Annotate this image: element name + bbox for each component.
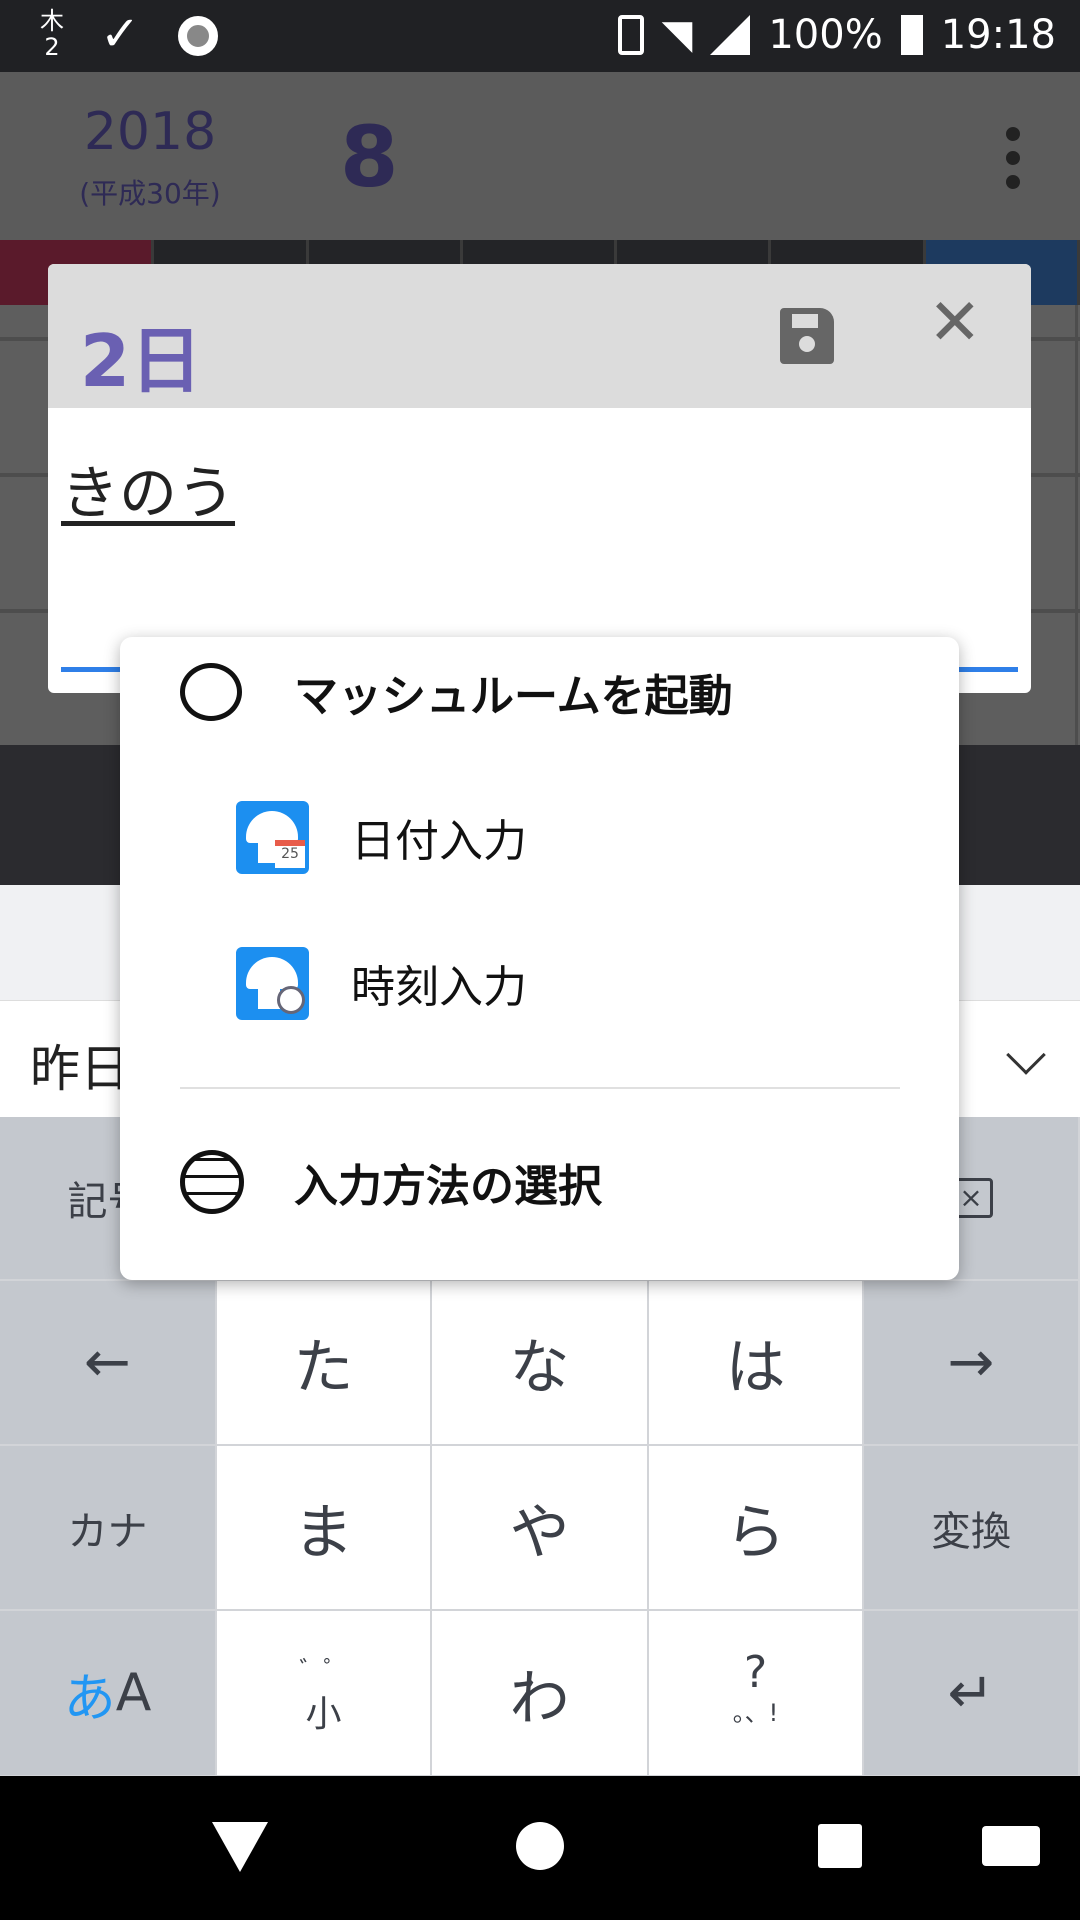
month-label[interactable]: 8 — [340, 108, 398, 206]
key-ha[interactable]: は — [649, 1281, 864, 1446]
wifi-icon: ◥ — [661, 12, 693, 58]
speech-bubble-icon — [180, 663, 242, 721]
menu-item-time-input[interactable]: 時刻入力 — [236, 943, 527, 1023]
key-ya[interactable]: や — [432, 1446, 649, 1611]
check-icon: ✓ — [100, 6, 141, 62]
menu-item-input-method[interactable]: 入力方法の選択 — [180, 1137, 602, 1227]
key-punct[interactable]: ?。、! — [649, 1611, 864, 1777]
menu-item-label: 時刻入力 — [351, 962, 527, 1013]
calendar-day-icon: 木 2 — [40, 7, 64, 61]
menu-divider — [180, 1087, 900, 1089]
key-mode[interactable]: あA — [0, 1611, 217, 1777]
key-left[interactable]: ← — [0, 1281, 217, 1446]
status-bar: 木 2 ✓ ◥ 100% 19:18 — [0, 0, 1080, 72]
menu-item-launch-mushroom[interactable]: マッシュルームを起動 — [180, 647, 733, 737]
input-context-menu: マッシュルームを起動 25 日付入力 時刻入力 入力方法の選択 — [120, 637, 959, 1280]
recents-icon[interactable] — [818, 1824, 862, 1868]
dialog-header: 2日 ✕ — [48, 264, 1031, 408]
signal-icon — [710, 15, 751, 55]
record-icon — [178, 16, 218, 56]
globe-icon — [180, 1150, 244, 1214]
mode-hiragana: あ — [63, 1668, 116, 1729]
calendar-header: 2018 (平成30年) 8 — [0, 72, 1080, 240]
small-label: 小 — [305, 1693, 342, 1735]
mushroom-clock-icon — [236, 946, 309, 1020]
key-ta[interactable]: た — [217, 1281, 432, 1446]
mushroom-calendar-icon: 25 — [236, 800, 309, 874]
key-na[interactable]: な — [432, 1281, 649, 1446]
more-options-icon[interactable] — [1000, 127, 1026, 197]
chevron-down-icon[interactable] — [1006, 1035, 1046, 1075]
menu-item-label: 入力方法の選択 — [294, 1161, 602, 1212]
punct2-label: 。、! — [732, 1699, 779, 1727]
punct-label: ? — [743, 1647, 768, 1698]
key-dakuten[interactable]: ゛゜小 — [217, 1611, 432, 1777]
keyboard-switch-icon[interactable] — [982, 1826, 1040, 1866]
vibrate-icon — [617, 15, 644, 55]
key-right[interactable]: → — [864, 1281, 1080, 1446]
key-ra[interactable]: ら — [649, 1446, 864, 1611]
home-icon[interactable] — [516, 1822, 564, 1870]
save-icon[interactable] — [780, 308, 834, 364]
battery-charging-icon — [900, 15, 923, 55]
key-henkan[interactable]: 変換 — [864, 1446, 1080, 1611]
dakuten-label: ゛゜ — [299, 1655, 348, 1684]
navigation-bar — [0, 1776, 1080, 1920]
back-icon[interactable] — [212, 1822, 268, 1872]
enter-key[interactable]: ↵ — [864, 1611, 1080, 1777]
battery-text: 100% — [768, 12, 883, 58]
dialog-title: 2日 — [80, 319, 203, 403]
era-label: (平成30年) — [79, 177, 221, 210]
menu-item-label: 日付入力 — [351, 816, 527, 867]
suggestion-candidate[interactable]: 昨日 — [30, 1029, 130, 1101]
memo-input[interactable]: きのう — [61, 446, 235, 530]
key-kana[interactable]: カナ — [0, 1446, 217, 1611]
mode-alpha: A — [115, 1663, 152, 1723]
key-wa[interactable]: わ — [432, 1611, 649, 1777]
key-ma[interactable]: ま — [217, 1446, 432, 1611]
year-label[interactable]: 2018 — [70, 102, 230, 162]
close-icon[interactable]: ✕ — [928, 286, 982, 360]
memo-dialog: 2日 ✕ きのう — [48, 264, 1031, 693]
menu-item-label: マッシュルームを起動 — [294, 671, 733, 722]
clock: 19:18 — [940, 12, 1056, 58]
menu-item-date-input[interactable]: 25 日付入力 — [236, 797, 527, 877]
